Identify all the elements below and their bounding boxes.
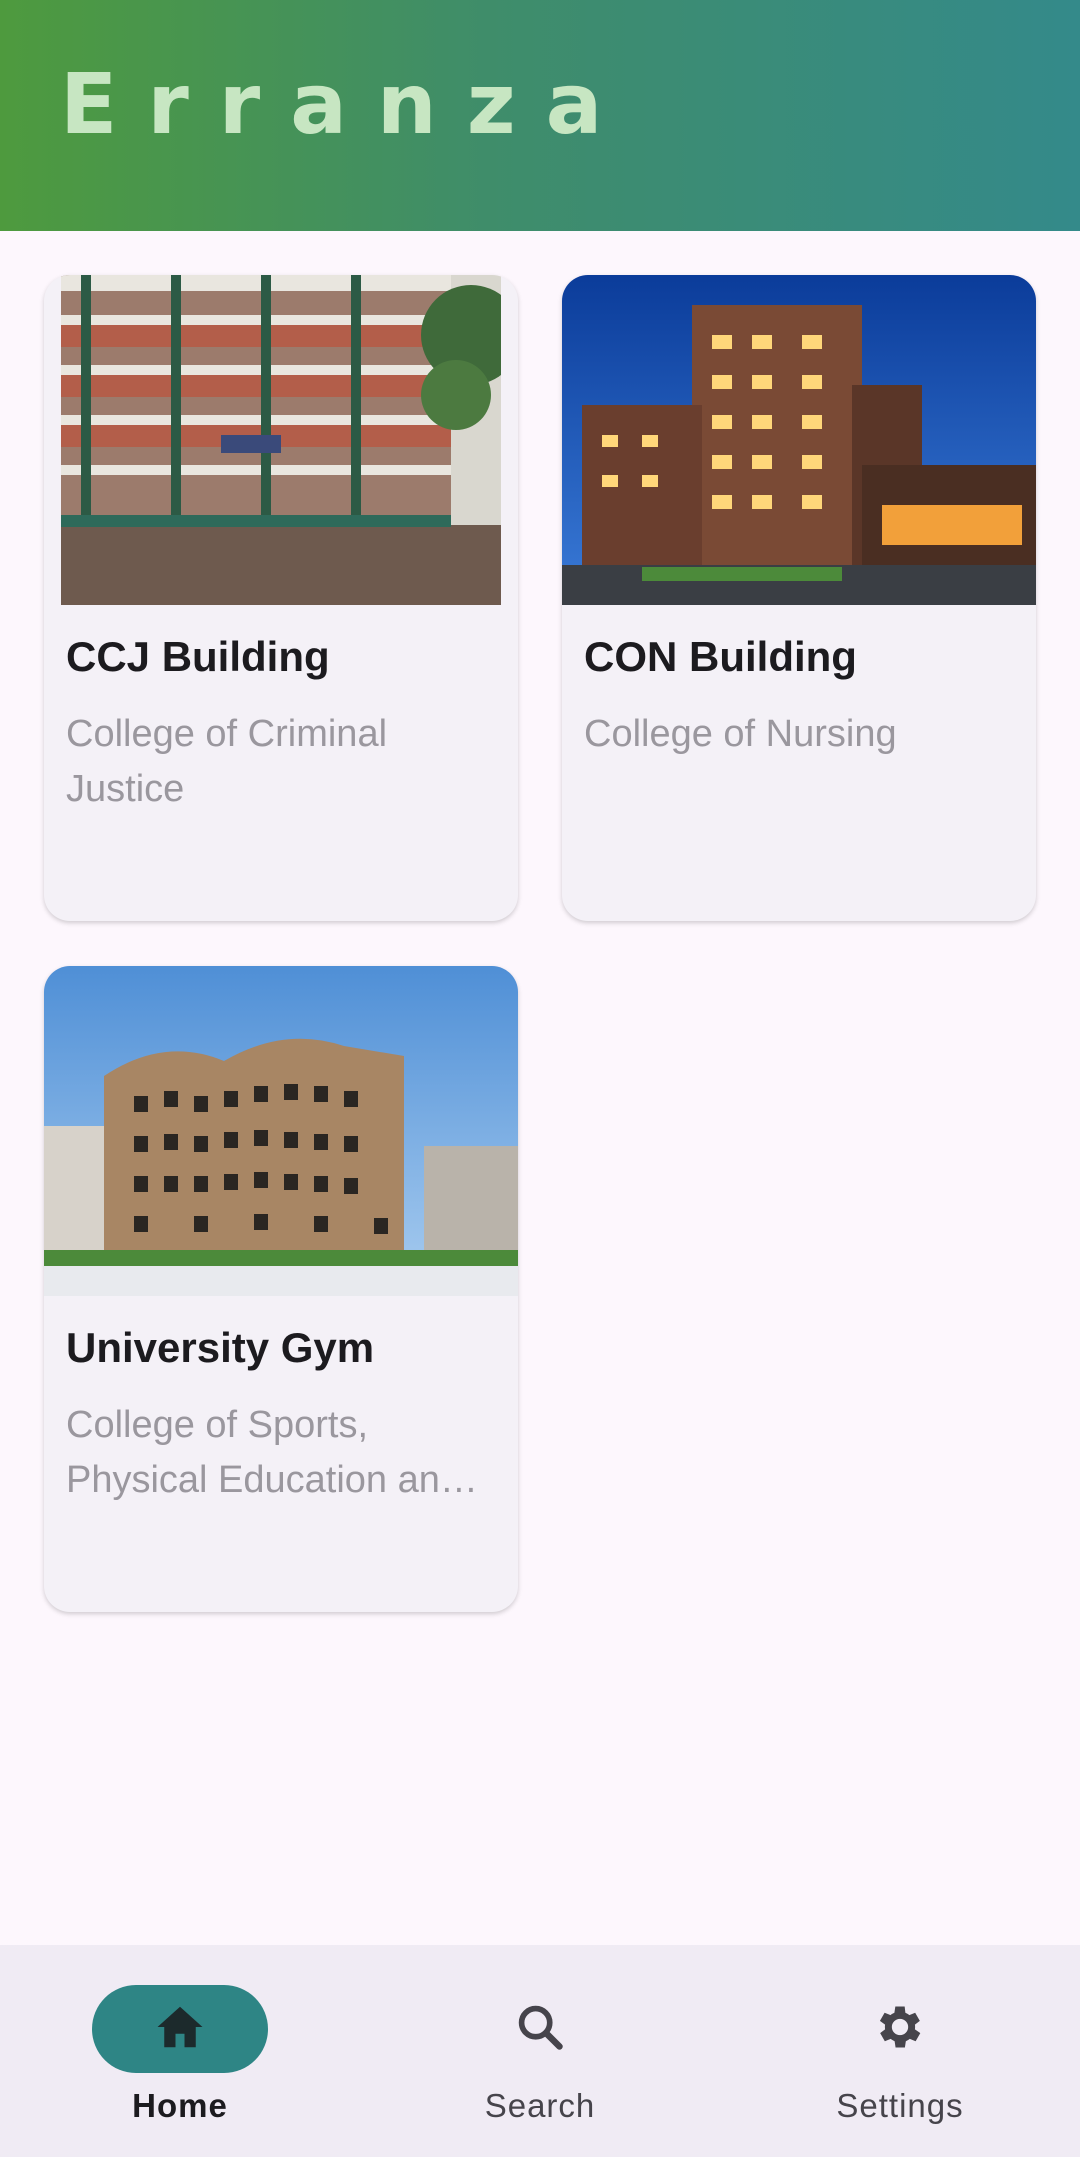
nav-indicator — [92, 1985, 268, 2073]
app-title: Erranza — [60, 55, 633, 153]
nav-item-settings[interactable]: Settings — [800, 1985, 1000, 2135]
gear-icon — [872, 1999, 928, 2060]
nav-label-settings: Settings — [836, 2087, 964, 2124]
home-icon — [153, 2002, 207, 2057]
nav-label-home: Home — [132, 2087, 228, 2124]
building-photo — [562, 275, 1036, 605]
building-card-gym[interactable]: University Gym College of Sports, Physic… — [44, 966, 518, 1612]
building-photo — [61, 275, 501, 605]
app-root: Erranza CCJ Building College of Criminal… — [0, 0, 1080, 2157]
nav-label-search: Search — [484, 2087, 596, 2124]
card-title: CCJ Building — [66, 633, 330, 680]
nav-indicator — [452, 1985, 628, 2073]
nav-indicator — [812, 1985, 988, 2073]
building-card-con[interactable]: CON Building College of Nursing — [562, 275, 1036, 921]
card-subtitle: College of Criminal Justice — [66, 713, 388, 810]
nav-item-search[interactable]: Search — [440, 1985, 640, 2135]
card-title: CON Building — [584, 633, 857, 680]
building-card-ccj[interactable]: CCJ Building College of Criminal Justice — [44, 275, 518, 921]
building-photo — [44, 966, 518, 1296]
search-icon — [514, 2001, 566, 2058]
bottom-navigation: Home Search Settings — [0, 1945, 1080, 2157]
card-subtitle: College of Nursing — [584, 713, 897, 755]
nav-item-home[interactable]: Home — [80, 1985, 280, 2135]
card-subtitle: College of Sports, Physical Education an… — [66, 1404, 462, 1501]
app-header: Erranza — [0, 0, 1080, 231]
card-title: University Gym — [66, 1324, 375, 1371]
